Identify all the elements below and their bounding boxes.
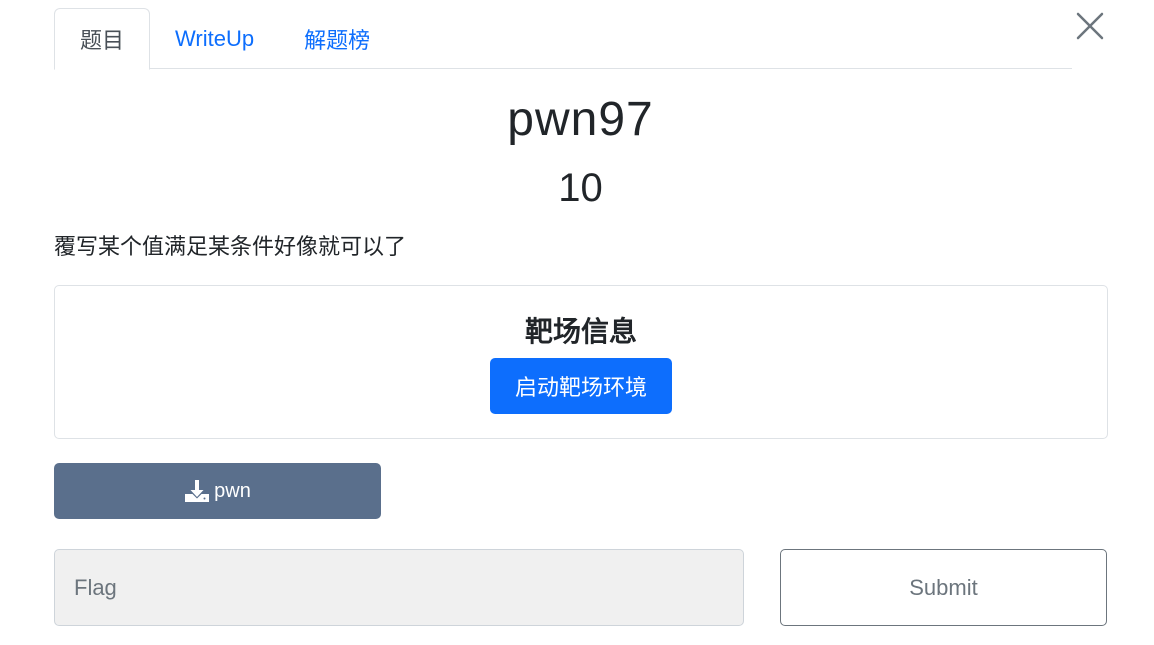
tab-challenge[interactable]: 题目 [54, 8, 151, 70]
close-button[interactable] [1074, 10, 1106, 42]
download-label: pwn [214, 479, 251, 502]
challenge-points: 10 [558, 166, 603, 210]
tab-solves[interactable]: 解题榜 [279, 8, 395, 69]
range-info-title: 靶场信息 [524, 316, 637, 347]
challenge-title: pwn97 [507, 93, 654, 146]
tab-writeup[interactable]: WriteUp [150, 8, 279, 69]
submit-button[interactable]: Submit [780, 549, 1107, 626]
download-button[interactable]: pwn [54, 463, 381, 519]
start-range-button[interactable]: 启动靶场环境 [490, 358, 672, 414]
tab-challenge-label: 题目 [80, 28, 125, 53]
download-icon [185, 480, 210, 502]
flag-input[interactable] [54, 549, 744, 626]
close-icon [1076, 12, 1104, 40]
range-info-card: 靶场信息 启动靶场环境 [54, 285, 1108, 439]
tab-solves-label: 解题榜 [304, 27, 371, 53]
challenge-description: 覆写某个值满足某条件好像就可以了 [54, 234, 407, 259]
challenge-tabs: 题目 WriteUp 解题榜 [54, 8, 1072, 70]
tab-writeup-label: WriteUp [175, 25, 255, 51]
